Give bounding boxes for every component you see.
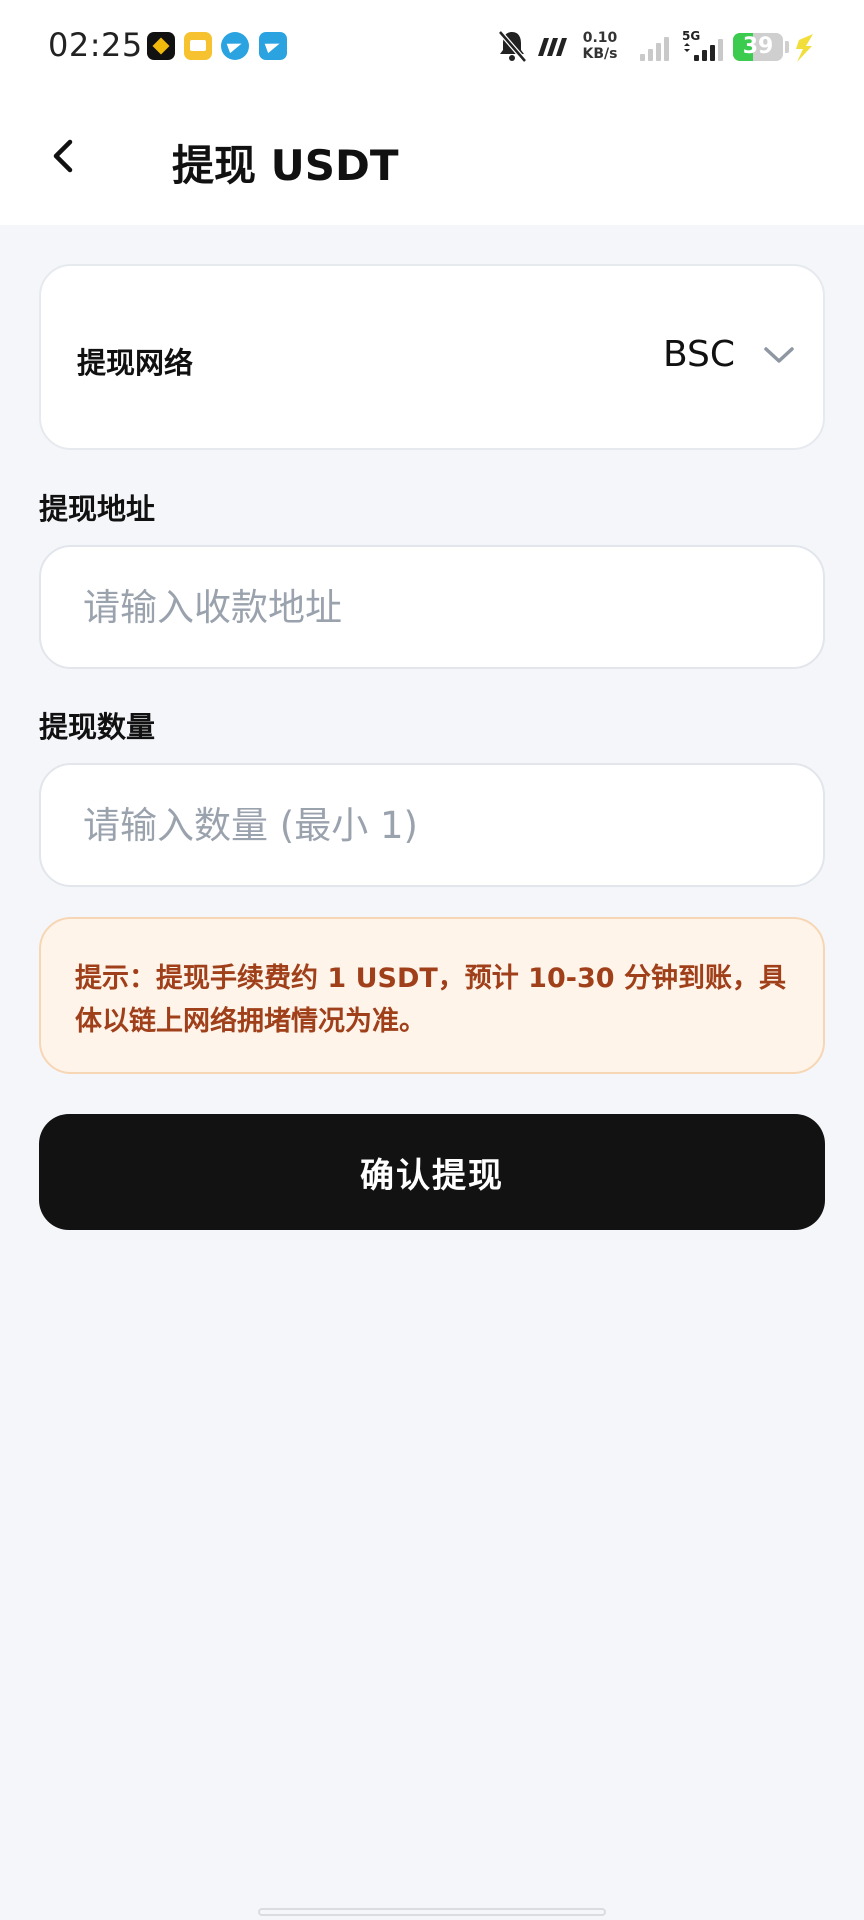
confirm-withdraw-button[interactable]: 确认提现 (39, 1114, 825, 1230)
amount-label: 提现数量 (39, 710, 156, 744)
network-selector[interactable]: 提现网络 BSC (39, 264, 825, 450)
binance-icon (147, 32, 175, 60)
telegram-icon (221, 32, 249, 60)
network-speed-value: 0.10 (582, 30, 618, 46)
mail-icon (184, 32, 212, 60)
chevron-down-icon (764, 347, 794, 363)
amount-input[interactable] (39, 763, 825, 887)
network-speed: 0.10 KB/s (580, 30, 620, 66)
back-arrow-icon[interactable] (36, 128, 92, 184)
charging-bolt-icon (796, 34, 813, 62)
battery-cap (785, 41, 789, 53)
network-selected-value: BSC (662, 334, 735, 375)
status-bar: 02:25 0.10 KB/s 5G 39 (0, 0, 864, 92)
signal-5g-icon: 5G (682, 29, 723, 61)
battery-indicator: 39 (733, 33, 783, 61)
status-time: 02:25 (48, 26, 143, 64)
fee-notice: 提示：提现手续费约 1 USDT，预计 10-30 分钟到账，具体以链上网络拥堵… (39, 917, 825, 1074)
signal-strength-icon (640, 37, 669, 61)
network-speed-unit: KB/s (582, 46, 618, 62)
mute-bell-icon (498, 30, 527, 63)
address-input[interactable] (39, 545, 825, 669)
network-label: 提现网络 (77, 346, 194, 380)
battery-level: 39 (742, 34, 774, 59)
signal-type-label: 5G (682, 29, 700, 43)
page-title: 提现 USDT (172, 141, 399, 190)
network-activity-icon (538, 38, 567, 56)
telegram-icon (259, 32, 287, 60)
address-label: 提现地址 (39, 492, 156, 526)
home-indicator[interactable] (258, 1908, 606, 1916)
